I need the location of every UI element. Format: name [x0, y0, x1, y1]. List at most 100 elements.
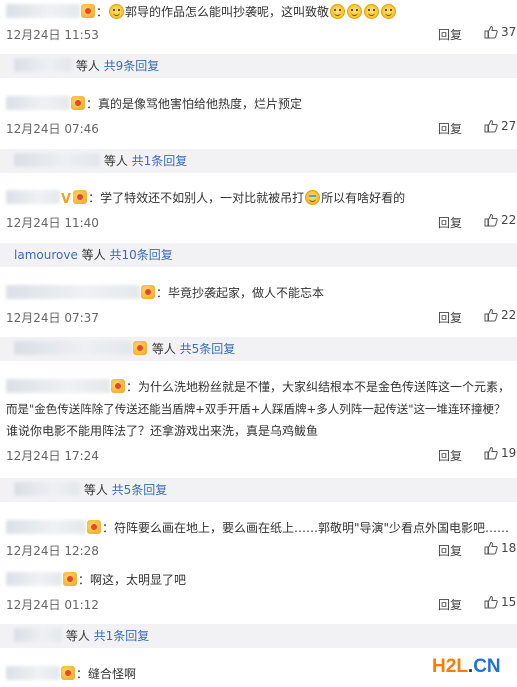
- like-button[interactable]: 22: [484, 308, 516, 322]
- smile-emoji-icon: [109, 4, 125, 19]
- reply-button[interactable]: 回复: [438, 26, 462, 43]
- subreply-bar[interactable]: 等人 共1条回复: [0, 149, 517, 173]
- comment-text: 郭导的作品怎么能叫抄袭呢，这叫致敬: [125, 5, 330, 19]
- username-blurred[interactable]: [14, 153, 100, 167]
- subreply-bar[interactable]: 等人 共5条回复: [0, 337, 517, 361]
- vip-badge-icon: [71, 96, 85, 110]
- reply-button[interactable]: 回复: [438, 596, 462, 613]
- subreply-bar[interactable]: 等人 共1条回复: [0, 624, 517, 648]
- thumbs-up-icon: [484, 25, 498, 39]
- comment-text: ：学了特效还不如别人，一对比就被吊打: [88, 191, 305, 205]
- subreply-suffix: 等人: [81, 248, 106, 262]
- reply-button[interactable]: 回复: [438, 447, 462, 464]
- subreply-count-link[interactable]: 共1条回复: [132, 154, 188, 168]
- comment-text-line: ：符阵要么画在地上，要么画在纸上……郭敬明"导演"少看点外国电影吧……: [6, 518, 511, 538]
- vip-badge-icon: [73, 190, 88, 204]
- comment-text: 谁说你电影不能用阵法了？还拿游戏出来洗，真是乌鸡鲅鱼: [6, 424, 319, 438]
- username-blurred[interactable]: [6, 190, 60, 204]
- subreply-bar[interactable]: lamourove 等人 共10条回复: [0, 243, 517, 267]
- username-blurred[interactable]: [6, 96, 70, 110]
- like-button[interactable]: 37: [484, 25, 516, 39]
- comment-text-line: ：为什么洗地粉丝就是不懂，大家纠结根本不是金色传送阵这一个元素，: [6, 377, 511, 397]
- comment-7: ：啊这，太明显了吧 12月24日 01:12 回复 15: [0, 570, 517, 616]
- thumbs-up-icon: [484, 213, 498, 227]
- subreply-suffix: 等人: [75, 59, 100, 73]
- username-blurred[interactable]: [6, 379, 110, 393]
- username-blurred[interactable]: [14, 341, 132, 355]
- username-blurred[interactable]: [6, 285, 140, 299]
- subreply-username-link[interactable]: lamourove: [14, 248, 78, 262]
- comment-text: ：缝合怪啊: [76, 667, 137, 681]
- username-blurred[interactable]: [6, 572, 62, 586]
- comment-text: 所以有啥好看的: [321, 191, 406, 205]
- verified-v-icon: V: [61, 192, 72, 207]
- comment-text: ：啊这，太明显了吧: [78, 573, 187, 587]
- smile-emoji-icon: [347, 4, 363, 19]
- smile-emoji-icon: [364, 4, 380, 19]
- comment-text-line: ： 郭导的作品怎么能叫抄袭呢，这叫致敬: [6, 2, 511, 22]
- subreply-count-link[interactable]: 共1条回复: [94, 629, 150, 643]
- thumbs-up-icon: [484, 595, 498, 609]
- colon: ：: [96, 5, 109, 19]
- like-count: 22: [501, 308, 517, 322]
- like-button[interactable]: 18: [484, 541, 516, 555]
- comment-text: 而是"金色传送阵除了传送还能当盾牌+双手开盾+人踩盾牌+多人列阵一起传送"这一堆…: [6, 402, 506, 416]
- comment-2: ：真的是像骂他害怕给他热度，烂片预定 12月24日 07:46 回复 27: [0, 94, 517, 140]
- like-button[interactable]: 22: [484, 213, 516, 227]
- subreply-suffix: 等人: [65, 629, 90, 643]
- comment-date: 12月24日 12:28: [6, 544, 99, 558]
- like-button[interactable]: 15: [484, 595, 516, 609]
- username-blurred[interactable]: [6, 4, 80, 18]
- like-count: 19: [501, 446, 517, 460]
- like-button[interactable]: 19: [484, 446, 516, 460]
- vip-badge-icon: [81, 4, 95, 18]
- crying-laughing-emoji-icon: [305, 190, 321, 205]
- reply-button[interactable]: 回复: [438, 309, 462, 326]
- username-blurred[interactable]: [14, 482, 80, 496]
- subreply-count-link[interactable]: 共5条回复: [112, 483, 168, 497]
- comment-text-line: V ：学了特效还不如别人，一对比就被吊打 所以有啥好看的: [6, 188, 511, 210]
- like-button[interactable]: 27: [484, 119, 516, 133]
- watermark-letter: CN: [473, 656, 501, 677]
- comment-text: ：为什么洗地粉丝就是不懂，大家纠结根本不是金色传送阵这一个元素，: [126, 380, 511, 394]
- comment-text-line: 谁说你电影不能用阵法了？还拿游戏出来洗，真是乌鸡鲅鱼: [6, 421, 511, 441]
- comment-text: ：真的是像骂他害怕给他热度，烂片预定: [86, 97, 303, 111]
- reply-button[interactable]: 回复: [438, 214, 462, 231]
- vip-badge-icon: [63, 572, 77, 586]
- comment-text: ：毕竟抄袭起家，做人不能忘本: [156, 286, 325, 300]
- vip-badge-icon: [111, 379, 125, 393]
- subreply-suffix: 等人: [103, 154, 128, 168]
- like-count: 27: [501, 119, 517, 133]
- comment-1: ： 郭导的作品怎么能叫抄袭呢，这叫致敬 12月24日 11:53 回复 37: [0, 0, 517, 49]
- comment-text-line: ：毕竟抄袭起家，做人不能忘本: [6, 283, 511, 303]
- reply-button[interactable]: 回复: [438, 542, 462, 559]
- comment-text: ：符阵要么画在地上，要么画在纸上……郭敬明"导演"少看点外国电影吧……: [102, 521, 510, 535]
- comment-date: 12月24日 07:46: [6, 122, 99, 136]
- reply-button[interactable]: 回复: [438, 120, 462, 137]
- vip-badge-icon: [61, 666, 75, 680]
- username-blurred[interactable]: [6, 666, 60, 680]
- subreply-count-link[interactable]: 共10条回复: [110, 248, 173, 262]
- comment-date: 12月24日 01:12: [6, 598, 99, 612]
- watermark-letter: H: [432, 656, 446, 677]
- like-count: 22: [501, 213, 517, 227]
- username-blurred[interactable]: [14, 58, 72, 72]
- watermark-letter: 2: [445, 656, 457, 677]
- like-count: 15: [501, 595, 517, 609]
- like-count: 18: [501, 541, 517, 555]
- comment-text-line: ：真的是像骂他害怕给他热度，烂片预定: [6, 94, 511, 114]
- username-blurred[interactable]: [14, 628, 62, 642]
- comment-date: 12月24日 07:37: [6, 311, 99, 325]
- subreply-bar[interactable]: 等人 共5条回复: [0, 478, 517, 502]
- comment-4: ：毕竟抄袭起家，做人不能忘本 12月24日 07:37 回复 22: [0, 283, 517, 329]
- comment-date: 12月24日 17:24: [6, 449, 99, 463]
- username-blurred[interactable]: [6, 520, 86, 534]
- subreply-count-link[interactable]: 共5条回复: [180, 342, 236, 356]
- smile-emoji-icon: [330, 4, 346, 19]
- comment-3: V ：学了特效还不如别人，一对比就被吊打 所以有啥好看的 12月24日 11:40 …: [0, 188, 517, 234]
- comment-5: ：为什么洗地粉丝就是不懂，大家纠结根本不是金色传送阵这一个元素， 而是"金色传送…: [0, 377, 517, 465]
- subreply-count-link[interactable]: 共9条回复: [104, 59, 160, 73]
- subreply-bar[interactable]: 等人 共9条回复: [0, 54, 517, 78]
- thumbs-up-icon: [484, 119, 498, 133]
- comment-text-line: 而是"金色传送阵除了传送还能当盾牌+双手开盾+人踩盾牌+多人列阵一起传送"这一堆…: [6, 399, 511, 419]
